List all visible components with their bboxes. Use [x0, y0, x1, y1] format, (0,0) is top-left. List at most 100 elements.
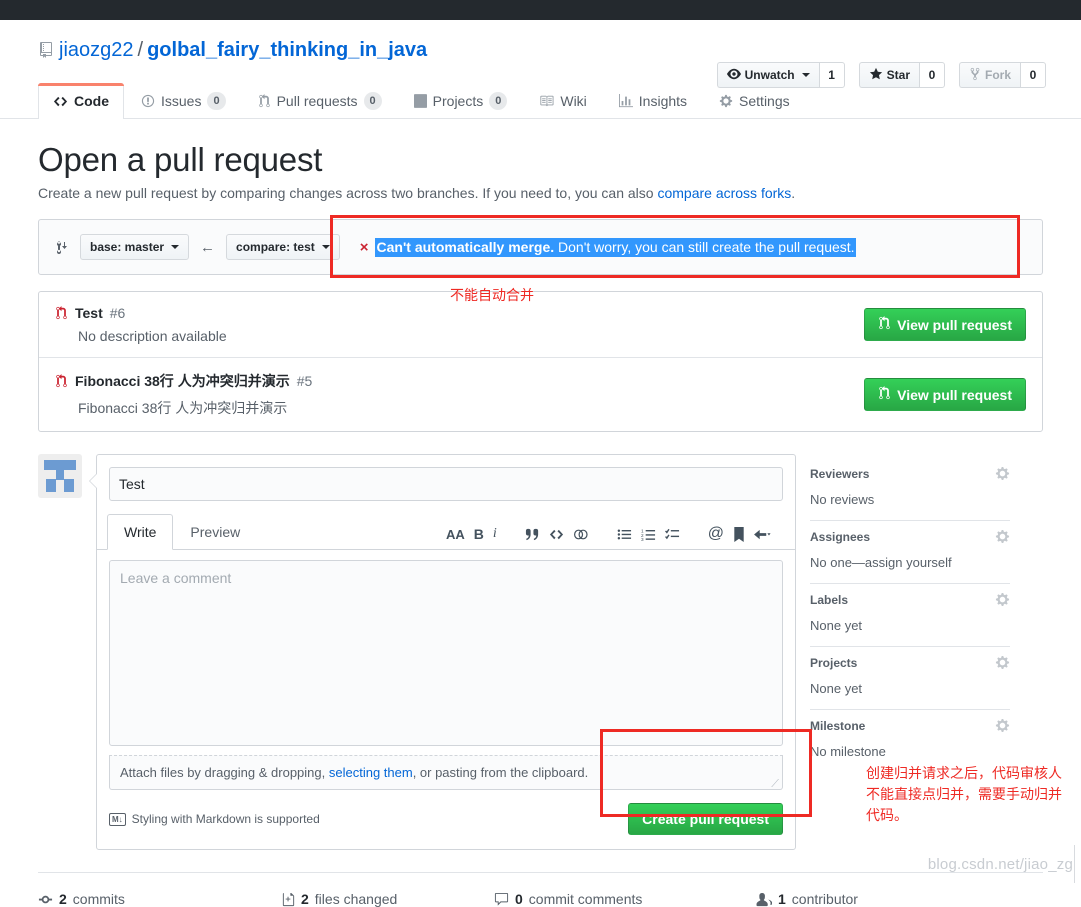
tab-settings-label: Settings: [739, 93, 790, 109]
subtitle-text-before: Create a new pull request by comparing c…: [38, 185, 658, 201]
markdown-support-label: Styling with Markdown is supported: [131, 812, 320, 826]
gear-icon[interactable]: [995, 655, 1010, 670]
gear-icon[interactable]: [995, 529, 1010, 544]
repo-owner-link[interactable]: jiaozg22: [59, 39, 134, 61]
labels-value: None yet: [810, 618, 863, 633]
commit-icon: [38, 892, 53, 907]
resize-handle[interactable]: ⟋: [771, 778, 779, 791]
code-icon: [53, 94, 68, 109]
create-pull-request-button[interactable]: Create pull request: [628, 803, 783, 835]
chevron-down-icon: [321, 245, 330, 249]
pr-number: #6: [109, 305, 126, 321]
sidebar-section-assignees: Assignees No one—assign yourself: [810, 521, 1010, 584]
ordered-list-icon[interactable]: 123: [641, 527, 656, 542]
merge-warning-text: Can't automatically merge. Don't worry, …: [374, 237, 856, 257]
fork-icon: [969, 67, 981, 84]
pr-title[interactable]: Test: [75, 305, 103, 321]
gear-icon: [719, 94, 733, 108]
comment-area: Leave a comment: [97, 550, 795, 746]
reply-icon[interactable]: [754, 527, 771, 542]
sidebar-section-milestone: Milestone No milestone: [810, 710, 1010, 772]
base-branch-select[interactable]: base: master: [80, 234, 190, 260]
git-pull-request-icon: [55, 374, 68, 388]
assignees-value[interactable]: No one—assign yourself: [810, 555, 1010, 570]
star-label: Star: [886, 68, 910, 82]
unwatch-label: Unwatch: [744, 68, 795, 82]
commits-label: commits: [72, 891, 125, 907]
code-icon[interactable]: [549, 527, 564, 542]
editor-tabbar: Write Preview AA B i 1 2 3 @: [97, 513, 795, 550]
star-button-group[interactable]: Star 0: [858, 62, 945, 88]
stat-commit-comments[interactable]: 0 commit comments: [494, 891, 756, 907]
pr-title-input[interactable]: [109, 467, 783, 501]
unordered-list-icon[interactable]: [617, 527, 632, 542]
stat-commits[interactable]: 2 commits: [38, 891, 282, 907]
fork-button-group[interactable]: Fork 0: [958, 62, 1046, 88]
view-pull-request-button[interactable]: View pull request: [864, 308, 1026, 341]
quote-icon[interactable]: [525, 527, 540, 542]
merge-warning-rest: Don't worry, you can still create the pu…: [554, 238, 855, 255]
tab-issues-label: Issues: [161, 93, 202, 109]
markdown-toolbar: AA B i 1 2 3 @: [432, 525, 785, 549]
comment-icon: [494, 892, 509, 907]
star-count[interactable]: 0: [918, 62, 945, 88]
tab-wiki[interactable]: Wiki: [524, 83, 601, 119]
compare-direction-arrow: ←: [200, 238, 216, 256]
labels-label: Labels: [810, 592, 849, 607]
italic-icon[interactable]: i: [493, 526, 497, 542]
attach-text-after: , or pasting from the clipboard.: [412, 765, 589, 780]
reference-icon[interactable]: [733, 526, 745, 542]
tab-pull-requests[interactable]: Pull requests 0: [243, 83, 397, 119]
compare-branch-label: compare: test: [236, 240, 315, 254]
tab-pull-requests-label: Pull requests: [276, 93, 358, 109]
gear-icon[interactable]: [995, 718, 1010, 733]
watermark-divider: [1074, 845, 1075, 883]
pr-title[interactable]: Fibonacci 38行 人为冲突归并演示: [75, 371, 290, 391]
stat-files-changed[interactable]: 2 files changed: [282, 891, 494, 907]
attach-files-bar[interactable]: Attach files by dragging & dropping, sel…: [109, 755, 783, 790]
sidebar-section-labels: Labels None yet: [810, 584, 1010, 647]
gear-icon[interactable]: [995, 466, 1010, 481]
repo-icon: [38, 38, 54, 66]
selecting-them-link[interactable]: selecting them: [329, 765, 413, 780]
repo-name-link[interactable]: golbal_fairy_thinking_in_java: [147, 39, 427, 61]
gear-icon[interactable]: [995, 592, 1010, 607]
chevron-down-icon: [171, 245, 180, 249]
tab-preview[interactable]: Preview: [173, 514, 257, 550]
pr-number: #5: [296, 373, 313, 389]
sidebar-section-reviewers: Reviewers No reviews: [810, 458, 1010, 521]
mention-icon[interactable]: @: [708, 525, 724, 543]
tab-issues[interactable]: Issues 0: [126, 83, 241, 119]
tab-insights-label: Insights: [638, 93, 688, 109]
tab-write[interactable]: Write: [107, 514, 174, 550]
svg-text:3: 3: [641, 537, 644, 542]
eye-icon: [726, 67, 741, 84]
annotation-create-pr-note: 创建归并请求之后，代码审核人 不能直接点归并，需要手动归并 代码。: [866, 766, 1062, 824]
commit-comments-count: 0: [515, 891, 523, 907]
bold-icon[interactable]: B: [474, 526, 484, 542]
view-pull-request-button[interactable]: View pull request: [864, 378, 1026, 411]
star-button[interactable]: Star: [858, 62, 919, 88]
watch-count[interactable]: 1: [818, 62, 845, 88]
pr-description: Fibonacci 38行 人为冲突归并演示: [78, 400, 288, 416]
page-subtitle: Create a new pull request by comparing c…: [38, 185, 1043, 201]
task-list-icon[interactable]: [664, 527, 680, 542]
markdown-icon: M↓: [109, 812, 126, 826]
compare-across-forks-link[interactable]: compare across forks: [657, 185, 791, 201]
issue-opened-icon: [141, 94, 155, 108]
comment-textarea[interactable]: Leave a comment: [109, 560, 783, 746]
tab-projects[interactable]: Projects 0: [399, 83, 523, 119]
merge-warning-bold: Can't automatically merge.: [376, 238, 555, 255]
heading-icon[interactable]: AA: [446, 527, 465, 542]
fork-count[interactable]: 0: [1020, 62, 1046, 88]
stat-contributors[interactable]: 1 contributor: [756, 891, 858, 907]
commit-comments-label: commit comments: [528, 891, 643, 907]
tab-code[interactable]: Code: [38, 83, 124, 119]
book-icon: [539, 94, 554, 108]
compare-branch-select[interactable]: compare: test: [226, 234, 340, 260]
tab-settings[interactable]: Settings: [704, 83, 805, 119]
table-row: Fibonacci 38行 人为冲突归并演示 #5 Fibonacci 38行 …: [39, 358, 1042, 431]
tab-insights[interactable]: Insights: [604, 83, 702, 119]
fork-button[interactable]: Fork: [958, 62, 1020, 88]
link-icon[interactable]: [573, 527, 589, 542]
